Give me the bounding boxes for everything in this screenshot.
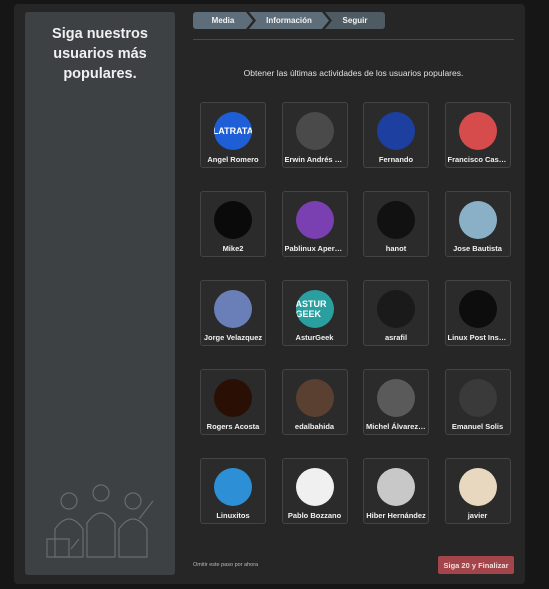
user-card[interactable]: Jose Bautista — [444, 191, 511, 257]
user-avatar — [377, 290, 415, 328]
user-card[interactable]: Hiber Hernández — [363, 458, 429, 524]
sidebar-title: Siga nuestros usuarios más populares. — [52, 26, 148, 82]
user-name: edalbahida — [294, 422, 335, 431]
skip-link[interactable]: Omitir este paso por ahora — [193, 562, 258, 568]
user-card[interactable]: Emanuel Solis — [444, 369, 511, 435]
user-name: Emanuel Solis — [451, 422, 504, 431]
user-name: Hiber Hernández — [366, 511, 426, 520]
user-avatar — [458, 112, 497, 150]
user-avatar — [214, 201, 252, 239]
user-name: Michel Álvarez ... — [366, 422, 426, 431]
user-card[interactable]: Mike2 — [200, 191, 266, 257]
user-avatar — [458, 201, 497, 239]
user-avatar — [377, 112, 415, 150]
user-name: Angel Romero — [207, 155, 259, 164]
user-card[interactable]: edalbahida — [281, 369, 348, 435]
user-name: Mike2 — [222, 244, 244, 253]
user-card[interactable]: Francisco Cast... — [444, 102, 511, 168]
user-card[interactable]: ASTUR GEEK AsturGeek — [281, 280, 348, 346]
user-card[interactable]: LATRATA Angel Romero — [200, 102, 266, 168]
user-avatar — [295, 201, 334, 239]
follow-users-dialog: Siga nuestros usuarios más populares. Me… — [14, 4, 525, 584]
user-grid: LATRATA Angel Romero Erwin Andrés E... Fern… — [200, 102, 511, 524]
user-card[interactable]: Pablinux Aperri... — [281, 191, 348, 257]
user-name: javier — [467, 511, 488, 520]
user-name: Pablo Bozzano — [287, 511, 342, 520]
user-avatar: ASTUR GEEK — [295, 290, 334, 328]
user-name: Jose Bautista — [453, 244, 502, 253]
user-avatar: LATRATA — [214, 112, 252, 150]
user-name: asrafil — [384, 333, 408, 342]
user-card[interactable]: hanot — [363, 191, 429, 257]
user-card[interactable]: Erwin Andrés E... — [281, 102, 348, 168]
user-card[interactable]: asrafil — [363, 280, 429, 346]
user-avatar — [295, 379, 334, 417]
user-avatar — [295, 468, 334, 506]
user-avatar — [214, 379, 252, 417]
user-avatar — [214, 290, 252, 328]
step-seguir[interactable]: Seguir — [325, 12, 385, 29]
user-avatar — [295, 112, 334, 150]
user-card[interactable]: Pablo Bozzano — [281, 458, 348, 524]
user-name: hanot — [385, 244, 407, 253]
step-informacion[interactable]: Información — [249, 12, 329, 29]
user-name: Jorge Velazquez — [203, 333, 263, 342]
user-avatar — [214, 468, 252, 506]
sidebar-panel: Siga nuestros usuarios más populares. — [25, 12, 175, 575]
user-card[interactable]: Fernando — [363, 102, 429, 168]
step-media[interactable]: Media — [193, 12, 253, 29]
subtitle: Obtener las últimas actividades de los u… — [243, 68, 464, 78]
user-card[interactable]: Linux Post Install — [444, 280, 511, 346]
user-name: Francisco Cast... — [447, 155, 508, 164]
user-card[interactable]: Rogers Acosta — [200, 369, 266, 435]
user-name: Linuxitos — [216, 511, 250, 520]
user-avatar — [458, 468, 497, 506]
user-card[interactable]: Linuxitos — [200, 458, 266, 524]
user-avatar — [458, 379, 497, 417]
user-card[interactable]: Michel Álvarez ... — [363, 369, 429, 435]
divider — [193, 39, 514, 40]
user-name: Pablinux Aperri... — [284, 244, 345, 253]
user-name: Fernando — [378, 155, 414, 164]
user-avatar — [377, 201, 415, 239]
follow-and-finish-button[interactable]: Siga 20 y Finalizar — [438, 556, 514, 574]
wizard-steps: Media Información Seguir — [193, 12, 385, 29]
user-avatar — [377, 468, 415, 506]
user-name: Linux Post Install — [447, 333, 508, 342]
user-card[interactable]: javier — [444, 458, 511, 524]
user-name: Rogers Acosta — [206, 422, 260, 431]
user-name: Erwin Andrés E... — [284, 155, 345, 164]
user-avatar — [458, 290, 497, 328]
people-illustration — [46, 484, 154, 558]
user-card[interactable]: Jorge Velazquez — [200, 280, 266, 346]
user-name: AsturGeek — [295, 333, 334, 342]
user-avatar — [377, 379, 415, 417]
